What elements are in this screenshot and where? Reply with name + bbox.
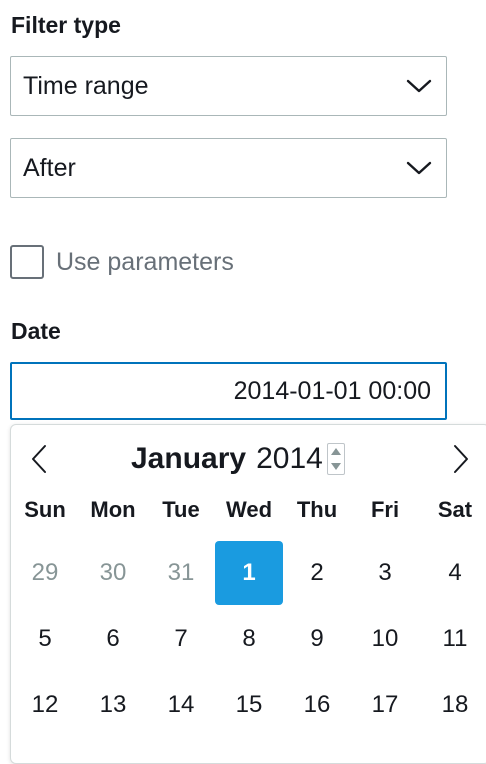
chevron-down-icon [406, 161, 432, 175]
date-input[interactable]: 2014-01-01 00:00 [10, 362, 447, 420]
filter-type-select-value: Time range [23, 71, 149, 100]
calendar-month: January [131, 442, 247, 475]
day-cell[interactable]: 16 [283, 673, 351, 737]
day-cell[interactable]: 13 [79, 673, 147, 737]
year-spinner[interactable] [326, 443, 345, 475]
date-label: Date [11, 318, 61, 344]
day-cell[interactable]: 7 [147, 607, 215, 671]
day-cell[interactable]: 3 [351, 541, 419, 605]
day-cell[interactable]: 4 [421, 541, 486, 605]
calendar-header: January 2014 [11, 437, 486, 481]
spinner-up-icon[interactable] [330, 448, 341, 455]
weekday-fri: Fri [370, 497, 400, 522]
day-cell[interactable]: 5 [11, 607, 79, 671]
weekday-sun: Sun [24, 497, 66, 522]
chevron-down-icon [406, 79, 432, 93]
date-input-value: 2014-01-01 00:00 [233, 376, 431, 405]
day-cell[interactable]: 17 [351, 673, 419, 737]
condition-select-value: After [23, 153, 76, 182]
weekday-thu: Thu [296, 497, 338, 522]
day-cell[interactable]: 6 [79, 607, 147, 671]
day-cell[interactable]: 12 [11, 673, 79, 737]
weekday-tue: Tue [162, 497, 200, 522]
weekday-mon: Mon [90, 497, 136, 522]
day-cell[interactable]: 30 [79, 541, 147, 605]
use-parameters-row: Use parameters [10, 244, 234, 280]
day-cell[interactable]: 11 [421, 607, 486, 671]
day-cell[interactable]: 18 [421, 673, 486, 737]
day-cell[interactable]: 10 [351, 607, 419, 671]
day-cell[interactable]: 31 [147, 541, 215, 605]
date-picker-calendar: January 2014 Sun Mon Tue Wed Thu Fri Sat… [10, 424, 486, 764]
weekday-wed: Wed [225, 497, 273, 522]
day-cell[interactable]: 15 [215, 673, 283, 737]
day-cell[interactable]: 2 [283, 541, 351, 605]
day-cell[interactable]: 9 [283, 607, 351, 671]
selected-day-cell[interactable]: 1 [215, 541, 283, 605]
condition-select[interactable]: After [10, 138, 447, 198]
next-month-icon[interactable] [451, 443, 471, 475]
calendar-year[interactable]: 2014 [256, 442, 323, 476]
day-cell[interactable]: 29 [11, 541, 79, 605]
day-cell[interactable]: 14 [147, 673, 215, 737]
previous-month-icon[interactable] [29, 443, 49, 475]
weekday-sat: Sat [437, 497, 473, 522]
use-parameters-checkbox[interactable] [10, 245, 44, 279]
filter-type-label: Filter type [11, 12, 121, 38]
filter-type-select[interactable]: Time range [10, 56, 447, 116]
use-parameters-label[interactable]: Use parameters [56, 248, 234, 277]
day-cell[interactable]: 8 [215, 607, 283, 671]
month-year: January 2014 [131, 441, 345, 477]
spinner-down-icon[interactable] [330, 463, 341, 470]
